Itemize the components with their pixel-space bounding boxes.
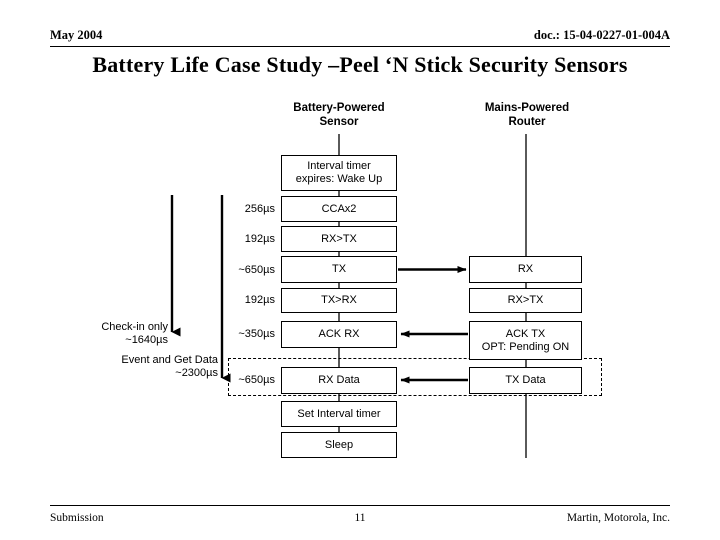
sensor-step-sleep[interactable]: Sleep <box>281 432 397 458</box>
column-heading-sensor-line1: Battery-Powered <box>293 102 385 114</box>
timing-label-cca: 256µs <box>244 203 275 215</box>
column-heading-sensor-line2: Sensor <box>319 116 359 128</box>
router-step-rx-to-tx[interactable]: RX>TX <box>469 288 582 313</box>
timing-label-rx-data: ~650µs <box>238 374 275 386</box>
timing-label-ack-rx: ~350µs <box>238 328 275 340</box>
sensor-step-tx-to-rx-label: TX>RX <box>321 294 357 306</box>
timing-label-tx: ~650µs <box>238 264 275 276</box>
timing-label-rx-to-tx: 192µs <box>244 233 275 245</box>
column-heading-router: Mains-Powered Router <box>459 101 595 129</box>
column-heading-sensor: Battery-Powered Sensor <box>271 101 407 129</box>
sensor-step-rx-to-tx[interactable]: RX>TX <box>281 226 397 252</box>
router-step-rx[interactable]: RX <box>469 256 582 283</box>
sensor-step-set-interval-timer-label: Set Interval timer <box>297 407 381 420</box>
span-annotation-checkin-line1: Check-in only <box>101 321 168 333</box>
router-step-tx-data[interactable]: TX Data <box>469 367 582 394</box>
sensor-step-cca[interactable]: CCAx2 <box>281 196 397 222</box>
span-annotation-event-get-data-line1: Event and Get Data <box>121 354 218 366</box>
column-heading-router-line1: Mains-Powered <box>484 102 570 114</box>
router-step-rx-label: RX <box>517 263 534 275</box>
sensor-step-rx-data-label: RX Data <box>318 374 360 386</box>
sensor-step-tx[interactable]: TX <box>281 256 397 283</box>
sensor-step-sleep-label: Sleep <box>324 438 354 451</box>
sensor-step-cca-label: CCAx2 <box>321 202 357 215</box>
router-step-tx-data-label: TX Data <box>505 374 546 386</box>
router-step-rx-to-tx-label: RX>TX <box>507 294 544 306</box>
footer-divider <box>50 505 670 506</box>
sensor-step-set-interval-timer[interactable]: Set Interval timer <box>281 401 397 427</box>
sensor-step-ack-rx-label: ACK RX <box>318 328 360 340</box>
sequence-diagram: Battery-Powered Sensor Mains-Powered Rou… <box>0 0 720 540</box>
sensor-step-wake-up-label: Interval timer expires: Wake Up <box>295 160 383 185</box>
span-annotation-checkin-line2: ~1640µs <box>125 334 168 346</box>
sensor-step-wake-up[interactable]: Interval timer expires: Wake Up <box>281 155 397 191</box>
sensor-step-tx-label: TX <box>331 263 347 275</box>
timing-label-tx-to-rx: 192µs <box>244 294 275 306</box>
footer-author: Martin, Motorola, Inc. <box>566 512 670 524</box>
span-annotation-checkin: Check-in only ~1640µs <box>40 321 168 347</box>
router-step-ack-tx[interactable]: ACK TX OPT: Pending ON <box>469 321 582 360</box>
slide-footer: Submission 11 Martin, Motorola, Inc. <box>50 505 670 533</box>
router-step-ack-tx-label: ACK TX OPT: Pending ON <box>481 327 570 353</box>
sensor-step-rx-to-tx-label: RX>TX <box>321 232 357 245</box>
sensor-step-rx-data[interactable]: RX Data <box>281 367 397 394</box>
sensor-step-ack-rx[interactable]: ACK RX <box>281 321 397 348</box>
sensor-step-tx-to-rx[interactable]: TX>RX <box>281 288 397 313</box>
column-heading-router-line2: Router <box>508 116 546 128</box>
